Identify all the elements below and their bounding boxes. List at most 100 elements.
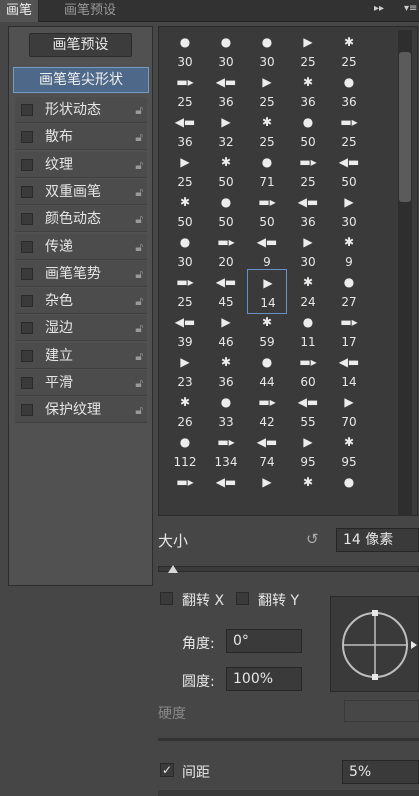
brush-tip-cell[interactable]: ▶ — [247, 469, 287, 514]
brush-tip-cell[interactable]: ▬▸ 25 — [165, 69, 205, 114]
angle-input[interactable]: 0° — [226, 629, 302, 653]
brush-tip-cell[interactable]: ▬▸ 42 — [247, 389, 287, 434]
brush-tip-cell[interactable]: ◀▬ 36 — [288, 189, 328, 234]
size-slider[interactable] — [158, 566, 419, 572]
brush-tip-cell[interactable]: ▬▸ 25 — [165, 269, 205, 314]
brush-option-row[interactable]: 颜色动态 🔓︎ — [15, 206, 147, 233]
flip-y-checkbox[interactable] — [236, 592, 249, 605]
brush-tip-cell[interactable]: ▬▸ 134 — [206, 429, 246, 474]
brush-tip-cell[interactable]: ▶ 30 — [288, 229, 328, 274]
brush-tip-cell[interactable]: ● 33 — [206, 389, 246, 434]
lock-icon[interactable]: 🔓︎ — [135, 397, 143, 423]
size-input[interactable]: 14 像素 — [336, 528, 419, 552]
brush-tip-cell[interactable]: ▶ 46 — [206, 309, 246, 354]
option-checkbox[interactable] — [21, 267, 33, 280]
spacing-checkbox[interactable]: ✓ — [160, 763, 174, 777]
brush-tip-cell[interactable]: ✱ 36 — [206, 349, 246, 394]
brush-tip-cell[interactable]: ● 50 — [288, 109, 328, 154]
option-checkbox[interactable] — [21, 404, 33, 417]
brush-tip-cell[interactable]: ▬▸ 50 — [247, 189, 287, 234]
brush-tip-cell[interactable]: ▬▸ 20 — [206, 229, 246, 274]
brush-tip-cell[interactable]: ▬▸ 60 — [288, 349, 328, 394]
brush-tip-cell[interactable]: ▶ 25 — [247, 69, 287, 114]
brush-option-row[interactable]: 保护纹理 🔓︎ — [15, 397, 147, 424]
lock-icon[interactable]: 🔓︎ — [135, 370, 143, 396]
lock-icon[interactable]: 🔓︎ — [135, 179, 143, 205]
brush-tip-cell[interactable]: ▬▸ — [165, 469, 205, 514]
lock-icon[interactable]: 🔓︎ — [135, 261, 143, 287]
spacing-slider[interactable] — [158, 790, 419, 796]
brush-tip-cell[interactable]: ● 11 — [288, 309, 328, 354]
brush-tip-cell[interactable]: ▬▸ 25 — [288, 149, 328, 194]
brush-tip-cell[interactable]: ● 30 — [165, 29, 205, 74]
brush-tip-cell[interactable]: ● 30 — [206, 29, 246, 74]
brush-tip-cell[interactable]: ● 27 — [329, 269, 369, 314]
lock-icon[interactable]: 🔓︎ — [135, 97, 143, 123]
brush-option-row[interactable]: 形状动态 🔓︎ — [15, 97, 147, 123]
brush-tip-cell[interactable]: ▶ 70 — [329, 389, 369, 434]
brush-tip-cell[interactable]: ◀▬ 45 — [206, 269, 246, 314]
brush-grid-scroll-thumb[interactable] — [399, 52, 411, 202]
tab-brush[interactable]: 画笔 — [0, 0, 40, 22]
brush-option-row[interactable]: 平滑 🔓︎ — [15, 370, 147, 396]
spacing-input[interactable]: 5% — [342, 760, 419, 784]
brush-option-row[interactable]: 纹理 🔓︎ — [15, 151, 147, 178]
brush-tip-cell[interactable]: ● 30 — [247, 29, 287, 74]
brush-tip-cell[interactable]: ● 30 — [165, 229, 205, 274]
brush-tip-cell[interactable]: ✱ 26 — [165, 389, 205, 434]
option-checkbox[interactable] — [21, 240, 33, 253]
brush-tip-cell[interactable]: ▬▸ 25 — [329, 109, 369, 154]
brush-tip-cell[interactable]: ✱ 25 — [247, 109, 287, 154]
brush-tip-cell[interactable]: ● 50 — [206, 189, 246, 234]
brush-presets-button[interactable]: 画笔预设 — [29, 33, 132, 57]
expand-icon[interactable]: ▸▸ — [374, 3, 384, 14]
option-checkbox[interactable] — [21, 131, 33, 144]
brush-tip-cell[interactable]: ▶ 23 — [165, 349, 205, 394]
brush-tip-cell[interactable]: ● 112 — [165, 429, 205, 474]
brush-tip-cell[interactable]: ◀▬ 36 — [206, 69, 246, 114]
brush-tip-cell[interactable]: ✱ 50 — [165, 189, 205, 234]
brush-tip-cell[interactable]: ◀▬ 50 — [329, 149, 369, 194]
option-checkbox[interactable] — [21, 104, 33, 116]
brush-tip-cell[interactable]: ▶ 32 — [206, 109, 246, 154]
brush-tip-cell[interactable]: ✱ 24 — [288, 269, 328, 314]
option-checkbox[interactable] — [21, 322, 33, 335]
brush-tip-cell[interactable]: ✱ 95 — [329, 429, 369, 474]
size-slider-thumb[interactable] — [168, 565, 178, 573]
brush-tip-cell[interactable]: ✱ 36 — [288, 69, 328, 114]
brush-tip-cell[interactable]: ✱ 9 — [329, 229, 369, 274]
brush-tip-cell[interactable]: ● 44 — [247, 349, 287, 394]
brush-tip-cell[interactable]: ▬▸ 17 — [329, 309, 369, 354]
brush-tip-cell[interactable]: ▶ 14 — [247, 269, 287, 314]
brush-tip-cell[interactable]: ● — [329, 469, 369, 514]
brush-tip-cell[interactable]: ◀▬ 55 — [288, 389, 328, 434]
lock-icon[interactable]: 🔓︎ — [135, 315, 143, 341]
brush-tip-cell[interactable]: ◀▬ 9 — [247, 229, 287, 274]
roundness-input[interactable]: 100% — [226, 667, 302, 691]
lock-icon[interactable]: 🔓︎ — [135, 152, 143, 178]
lock-icon[interactable]: 🔓︎ — [135, 124, 143, 150]
option-checkbox[interactable] — [21, 349, 33, 362]
panel-menu-icon[interactable]: ▾≡ — [404, 3, 417, 14]
brush-option-row[interactable]: 建立 🔓︎ — [15, 342, 147, 369]
brush-tip-cell[interactable]: ✱ — [288, 469, 328, 514]
brush-tip-cell[interactable]: ◀▬ 36 — [165, 109, 205, 154]
brush-option-row[interactable]: 湿边 🔓︎ — [15, 315, 147, 342]
brush-tip-cell[interactable]: ◀▬ 39 — [165, 309, 205, 354]
brush-option-row[interactable]: 双重画笔 🔓︎ — [15, 178, 147, 205]
brush-tip-cell[interactable]: ✱ 25 — [329, 29, 369, 74]
tab-brush-presets[interactable]: 画笔预设 — [58, 0, 122, 22]
brush-option-row[interactable]: 传递 🔓︎ — [15, 233, 147, 260]
brush-angle-preview[interactable] — [330, 596, 419, 692]
lock-icon[interactable]: 🔓︎ — [135, 206, 143, 232]
brush-option-row[interactable]: 散布 🔓︎ — [15, 124, 147, 151]
brush-tip-cell[interactable]: ▶ 25 — [288, 29, 328, 74]
option-checkbox[interactable] — [21, 185, 33, 198]
lock-icon[interactable]: 🔓︎ — [135, 234, 143, 260]
brush-option-row[interactable]: 杂色 🔓︎ — [15, 288, 147, 315]
brush-tip-cell[interactable]: ◀▬ 14 — [329, 349, 369, 394]
brush-tip-cell[interactable]: ◀▬ 74 — [247, 429, 287, 474]
reset-size-icon[interactable]: ↺ — [306, 530, 319, 548]
option-checkbox[interactable] — [21, 295, 33, 308]
brush-tip-cell[interactable]: ● 71 — [247, 149, 287, 194]
